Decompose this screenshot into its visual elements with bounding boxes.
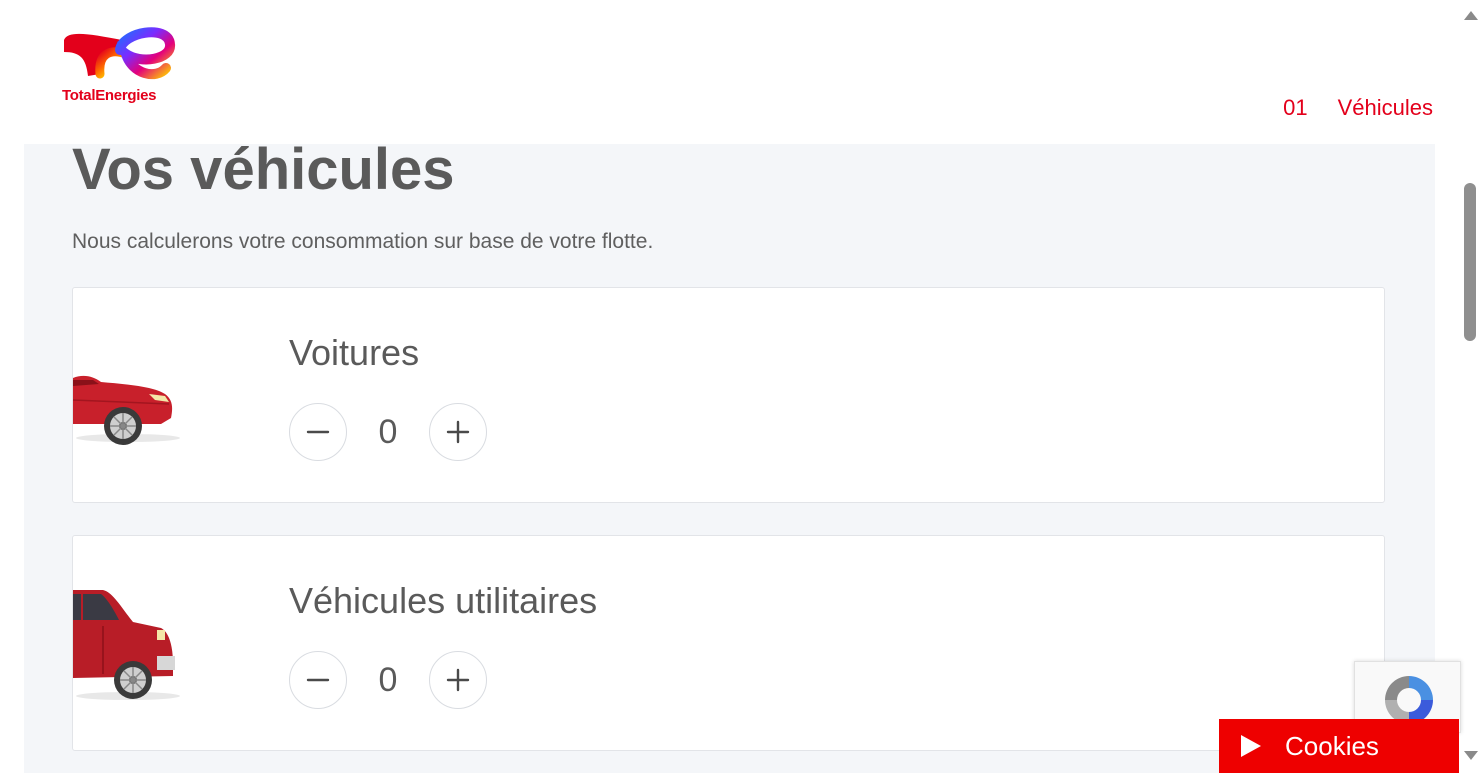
step-label: Véhicules <box>1337 95 1433 120</box>
page-title: Vos véhicules <box>72 137 455 202</box>
scroll-up-arrow-icon[interactable] <box>1464 11 1478 20</box>
card-title: Voitures <box>289 332 420 373</box>
cookies-label: Cookies <box>1285 730 1379 761</box>
vehicle-card-utilitaires: Véhicules utilitaires 0 <box>72 535 1385 751</box>
plus-icon <box>446 420 470 444</box>
scrollbar-thumb[interactable] <box>1464 183 1476 341</box>
red-car-icon <box>73 375 180 445</box>
card-title: Véhicules utilitaires <box>289 580 598 621</box>
decrement-button[interactable] <box>289 403 347 461</box>
page-subtitle: Nous calculerons votre consommation sur … <box>72 230 654 253</box>
step-indicator[interactable]: 01 Véhicules <box>1283 95 1433 121</box>
header: TotalEnergies 01 Véhicules <box>0 0 1459 144</box>
decrement-button[interactable] <box>289 651 347 709</box>
scrollbar[interactable] <box>1459 0 1482 773</box>
logo-wordmark: TotalEnergies <box>62 87 157 104</box>
main-content: Vos véhicules Nous calculerons votre con… <box>24 137 1435 773</box>
increment-button[interactable] <box>429 651 487 709</box>
vehicle-card-voitures: Voitures 0 <box>72 287 1385 503</box>
page: TotalEnergies 01 Véhicules Vos véhicules… <box>0 0 1482 773</box>
logo-mark-icon <box>64 27 175 80</box>
quantity-stepper: 0 <box>289 651 487 709</box>
quantity-value: 0 <box>378 660 398 699</box>
step-number: 01 <box>1283 95 1308 120</box>
quantity-stepper: 0 <box>289 403 487 461</box>
play-icon <box>1241 735 1261 757</box>
plus-icon <box>446 668 470 692</box>
minus-icon <box>306 430 330 434</box>
totalenergies-logo[interactable]: TotalEnergies <box>60 24 178 108</box>
minus-icon <box>306 678 330 682</box>
cookies-button[interactable]: Cookies <box>1219 719 1459 773</box>
quantity-value: 0 <box>378 412 398 451</box>
red-van-icon <box>73 590 180 700</box>
scroll-down-arrow-icon[interactable] <box>1464 751 1478 760</box>
increment-button[interactable] <box>429 403 487 461</box>
